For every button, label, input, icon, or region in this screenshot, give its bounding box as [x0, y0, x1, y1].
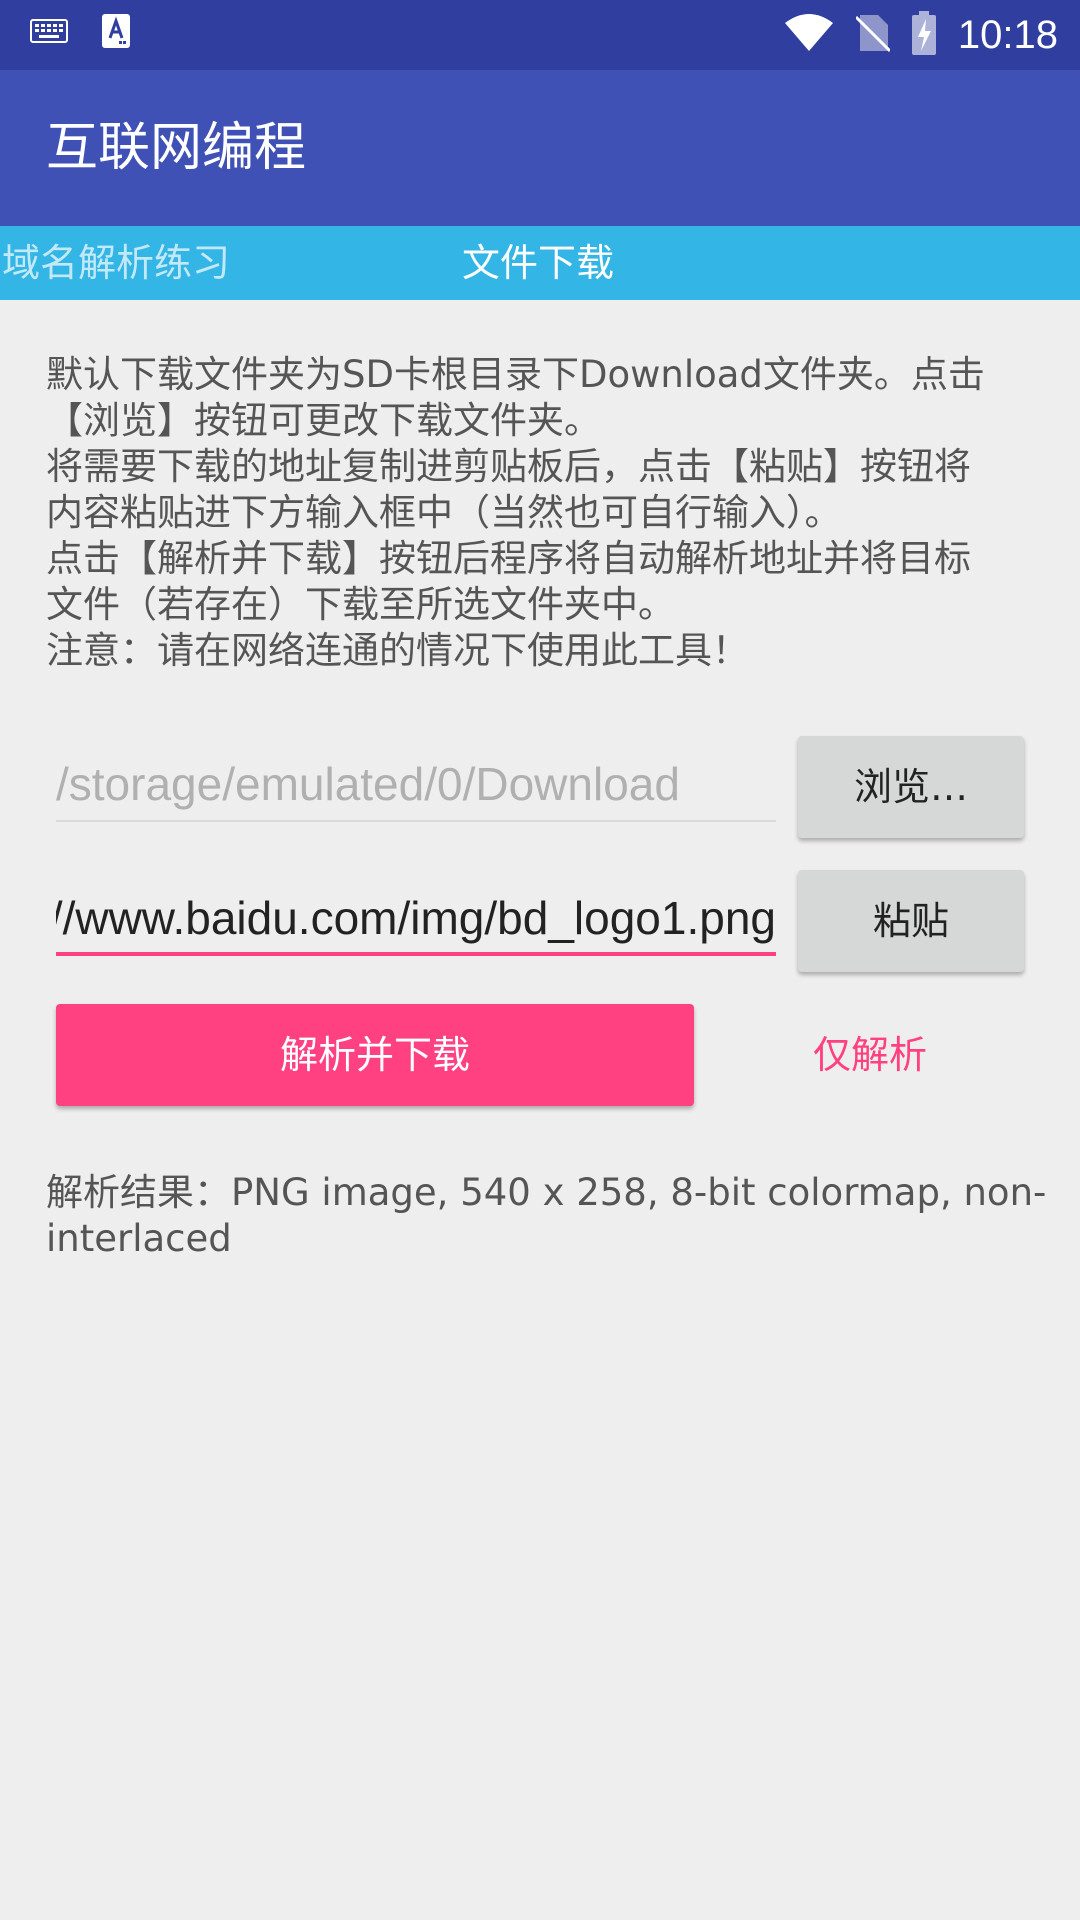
url-input-value: http://www.baidu.com/img/bd_logo1.png	[56, 892, 776, 944]
parse-and-download-button[interactable]: 解析并下载	[56, 1004, 694, 1106]
keyboard-icon	[30, 19, 68, 47]
instructions-line: 注意：请在网络连通的情况下使用此工具！	[46, 629, 749, 672]
text-input-icon	[102, 14, 130, 52]
result-line: 解析结果：PNG image, 540 x 258, 8-bit colorma…	[46, 1171, 1047, 1214]
download-directory-field[interactable]: /storage/emulated/0/Download	[56, 746, 776, 822]
result-line: interlaced	[46, 1217, 232, 1260]
tab-dns-practice[interactable]: 域名解析练习	[2, 226, 230, 300]
app-bar: 互联网编程	[0, 70, 1080, 226]
parse-result-text: 解析结果：PNG image, 540 x 258, 8-bit colorma…	[46, 1170, 1047, 1262]
paste-button[interactable]: 粘贴	[798, 870, 1024, 972]
wifi-icon	[784, 13, 834, 57]
parse-only-button[interactable]: 仅解析	[790, 1004, 950, 1106]
app-title: 互联网编程	[46, 118, 307, 178]
status-bar: 10:18	[0, 0, 1080, 70]
status-time: 10:18	[957, 13, 1058, 57]
url-input[interactable]: http://www.baidu.com/img/bd_logo1.png	[56, 880, 776, 956]
battery-charging-icon	[911, 11, 936, 59]
instructions-line: 默认下载文件夹为SD卡根目录下Download文件夹。点击	[46, 353, 985, 396]
instructions-line: 【浏览】按钮可更改下载文件夹。	[46, 399, 601, 442]
instructions-line: 内容粘贴进下方输入框中（当然也可自行输入）。	[46, 491, 842, 534]
instructions-line: 文件（若存在）下载至所选文件夹中。	[46, 583, 675, 626]
instructions-line: 点击【解析并下载】按钮后程序将自动解析地址并将目标	[46, 537, 971, 580]
tab-bar: 域名解析练习 文件下载	[0, 226, 1080, 300]
instructions-line: 将需要下载的地址复制进剪贴板后，点击【粘贴】按钮将	[46, 445, 971, 488]
no-sim-icon	[854, 13, 891, 57]
browse-button[interactable]: 浏览…	[798, 736, 1024, 838]
instructions-text: 默认下载文件夹为SD卡根目录下Download文件夹。点击 【浏览】按钮可更改下…	[46, 352, 1036, 674]
tab-file-download[interactable]: 文件下载	[462, 226, 614, 300]
